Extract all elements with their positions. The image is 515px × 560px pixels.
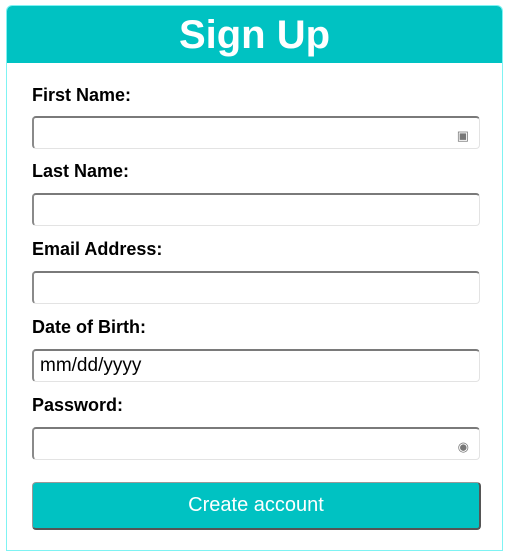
first-name-label: First Name:	[32, 85, 132, 105]
signup-form: Sign Up First Name: ▣ Last Name: Email A…	[6, 5, 503, 551]
dob-label: Date of Birth:	[32, 317, 146, 337]
contact-card-icon[interactable]: ▣	[457, 125, 469, 147]
last-name-label: Last Name:	[32, 161, 130, 181]
page-title: Sign Up	[7, 6, 502, 63]
last-name-input[interactable]	[32, 193, 480, 226]
dob-input[interactable]: mm/dd/yyyy	[32, 349, 480, 382]
password-label: Password:	[32, 395, 124, 415]
create-account-button[interactable]: Create account	[32, 482, 481, 530]
email-input[interactable]	[32, 271, 480, 304]
password-key-icon[interactable]: ◉	[458, 436, 469, 458]
email-label: Email Address:	[32, 239, 163, 259]
first-name-input[interactable]: ▣	[32, 116, 480, 149]
password-input[interactable]: ◉	[32, 427, 480, 460]
